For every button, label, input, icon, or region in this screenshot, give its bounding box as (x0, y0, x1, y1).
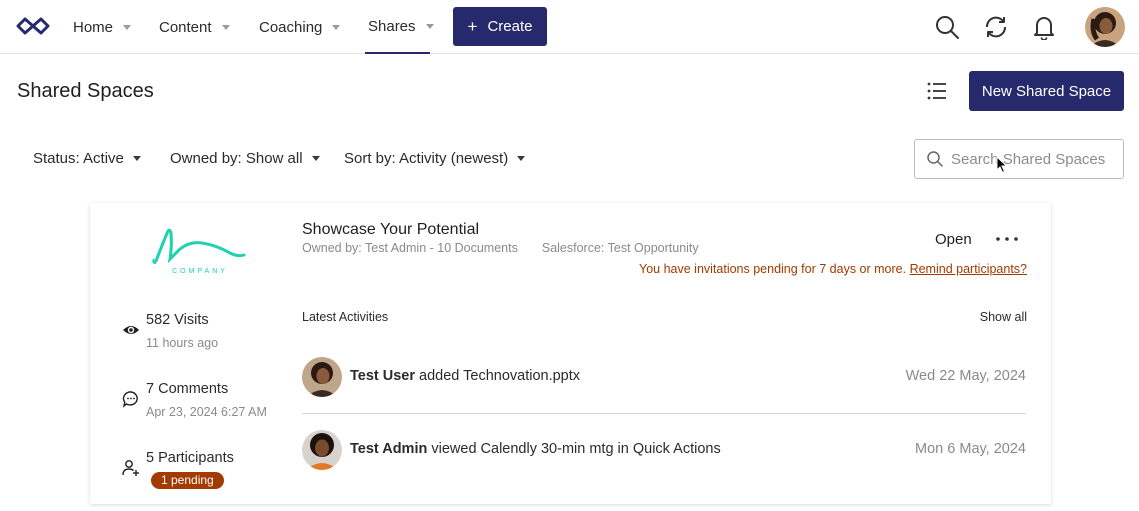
page-title: Shared Spaces (17, 80, 154, 102)
chevron-down-icon (123, 25, 132, 30)
owned-by-filter[interactable]: Owned by: Show all (170, 150, 320, 167)
search-icon[interactable] (934, 14, 960, 40)
chevron-down-icon (221, 25, 230, 30)
company-logo-text: COMPANY (172, 268, 228, 275)
activity-user: Test User (350, 368, 416, 384)
participants-count: 5 Participants (146, 450, 234, 466)
latest-activities-label: Latest Activities (302, 310, 389, 324)
test-user-avatar (302, 357, 342, 397)
plus-icon: + (467, 16, 478, 36)
user-avatar-image (1085, 7, 1125, 47)
mouse-pointer-icon (996, 156, 1008, 174)
company-logo-mark: COMPANY (152, 228, 246, 275)
list-view-icon[interactable] (926, 80, 948, 102)
chevron-down-icon (425, 24, 434, 29)
remind-participants-link[interactable]: Remind participants? (910, 262, 1027, 276)
eye-icon (123, 326, 139, 334)
activity-date: Mon 6 May, 2024 (915, 441, 1026, 457)
nav-coaching-label: Coaching (259, 18, 323, 36)
avatar (302, 430, 342, 470)
search-icon (927, 151, 943, 167)
new-shared-space-button[interactable]: New Shared Space (969, 71, 1124, 111)
activity-text: Test User added Technovation.pptx (350, 368, 580, 384)
visits-last: 11 hours ago (146, 336, 219, 350)
logo-icon[interactable] (16, 15, 50, 37)
activity-divider (302, 413, 1026, 414)
caret-down-icon (132, 156, 141, 161)
nav-content-label: Content (159, 18, 212, 36)
more-options-icon[interactable] (994, 232, 1020, 246)
create-button-label: Create (487, 18, 533, 35)
nav-shares[interactable]: Shares (365, 0, 434, 54)
status-filter-label: Status: Active (33, 150, 124, 167)
visits-count: 582 Visits (146, 312, 209, 328)
card-owner: Owned by: Test Admin - 10 Documents (302, 241, 518, 255)
sort-by-filter-label: Sort by: Activity (newest) (344, 150, 509, 167)
owned-by-filter-label: Owned by: Show all (170, 150, 303, 167)
caret-down-icon (517, 156, 526, 161)
test-admin-avatar (302, 430, 342, 470)
card-meta: Owned by: Test Admin - 10 Documents Sales… (302, 241, 699, 255)
comment-icon (122, 391, 138, 408)
sync-icon[interactable] (983, 14, 1009, 40)
pending-invitations-warning: You have invitations pending for 7 days … (639, 262, 1027, 276)
nav-home-label: Home (73, 18, 114, 36)
search-shared-spaces[interactable] (914, 139, 1124, 179)
card-salesforce: Salesforce: Test Opportunity (541, 241, 699, 255)
status-filter[interactable]: Status: Active (33, 150, 141, 167)
pending-badge: 1 pending (151, 472, 224, 489)
bell-icon[interactable] (1031, 14, 1057, 40)
nav-shares-label: Shares (368, 17, 416, 35)
show-all-link[interactable]: Show all (980, 310, 1027, 324)
shared-space-card[interactable]: COMPANY Showcase Your Potential Owned by… (90, 203, 1051, 504)
sort-by-filter[interactable]: Sort by: Activity (newest) (344, 150, 526, 167)
top-nav-bar: Home Content Coaching Shares + Create (0, 0, 1139, 54)
open-button[interactable]: Open (935, 231, 972, 248)
activity-row[interactable]: Test Admin viewed Calendly 30-min mtg in… (302, 430, 1026, 486)
pending-warning-text: You have invitations pending for 7 days … (639, 262, 907, 276)
activity-action: added Technovation.pptx (415, 368, 581, 384)
user-avatar[interactable] (1085, 7, 1125, 47)
activity-date: Wed 22 May, 2024 (905, 368, 1026, 384)
avatar (302, 357, 342, 397)
search-input[interactable] (951, 140, 1119, 178)
activity-user: Test Admin (350, 441, 428, 457)
comments-last: Apr 23, 2024 6:27 AM (146, 405, 267, 419)
activity-text: Test Admin viewed Calendly 30-min mtg in… (350, 441, 721, 457)
activity-row[interactable]: Test User added Technovation.pptx Wed 22… (302, 357, 1026, 413)
nav-home[interactable]: Home (73, 0, 132, 54)
caret-down-icon (311, 156, 320, 161)
add-person-icon (122, 460, 139, 476)
comments-count: 7 Comments (146, 381, 229, 397)
company-logo: COMPANY (150, 225, 250, 277)
card-title[interactable]: Showcase Your Potential (302, 221, 479, 239)
activity-action: viewed Calendly 30-min mtg in Quick Acti… (427, 441, 721, 457)
nav-content[interactable]: Content (159, 0, 230, 54)
create-button[interactable]: + Create (453, 7, 547, 46)
nav-coaching[interactable]: Coaching (259, 0, 341, 54)
chevron-down-icon (332, 25, 341, 30)
